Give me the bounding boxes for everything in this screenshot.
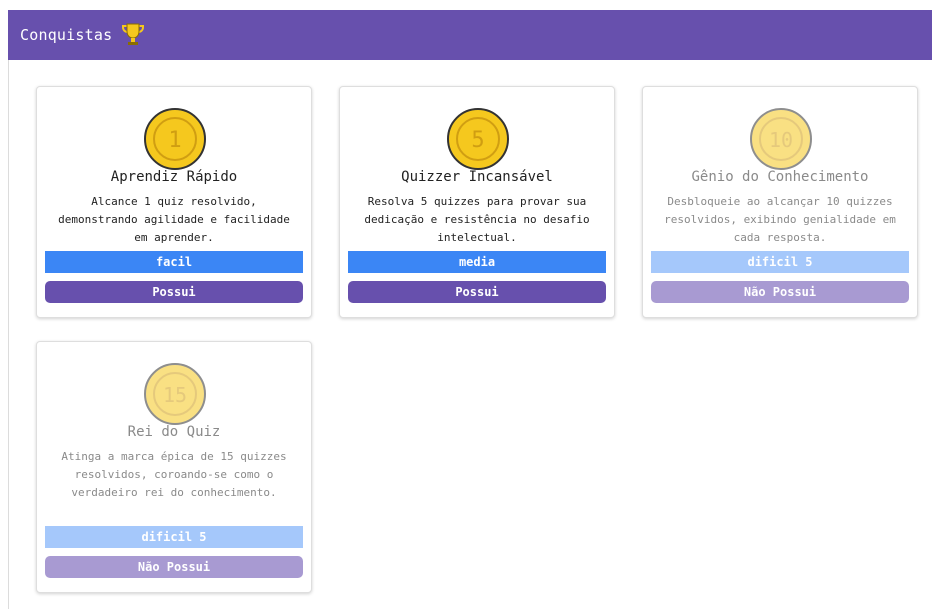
difficulty-badge: facil [45, 251, 303, 273]
difficulty-badge: dificil 5 [651, 251, 909, 273]
achievement-description: Alcance 1 quiz resolvido, demonstrando a… [58, 195, 290, 244]
svg-text:15: 15 [163, 383, 187, 407]
coin-icon: 5 [447, 108, 509, 170]
svg-text:10: 10 [769, 128, 793, 152]
achievement-card-aprendiz-rapido: 1 Aprendiz Rápido Alcance 1 quiz resolvi… [36, 86, 312, 318]
svg-text:1: 1 [168, 128, 181, 153]
achievement-card-quizzer-incansavel: 5 Quizzer Incansável Resolva 5 quizzes p… [339, 86, 615, 318]
content-border [8, 60, 9, 609]
achievement-title: Rei do Quiz [127, 424, 221, 440]
difficulty-badge: dificil 5 [45, 526, 303, 548]
trophy-icon [122, 23, 145, 45]
difficulty-badge: media [348, 251, 606, 273]
status-button[interactable]: Não Possui [651, 281, 909, 303]
coin-icon: 15 [144, 363, 206, 425]
status-button[interactable]: Possui [45, 281, 303, 303]
achievement-description: Atinga a marca épica de 15 quizzes resol… [61, 450, 287, 499]
achievement-title: Gênio do Conhecimento [691, 169, 869, 185]
achievement-description: Resolva 5 quizzes para provar sua dedica… [364, 195, 590, 244]
achievement-title: Quizzer Incansável [401, 169, 553, 185]
achievement-description: Desbloqueie ao alcançar 10 quizzes resol… [664, 195, 896, 244]
svg-text:5: 5 [471, 128, 484, 153]
achievement-title: Aprendiz Rápido [110, 169, 238, 185]
status-button[interactable]: Possui [348, 281, 606, 303]
coin-icon: 10 [750, 108, 812, 170]
page-title: Conquistas [20, 26, 113, 44]
status-button[interactable]: Não Possui [45, 556, 303, 578]
achievement-card-genio-do-conhecimento: 10 Gênio do Conhecimento Desbloqueie ao … [642, 86, 918, 318]
achievement-card-rei-do-quiz: 15 Rei do Quiz Atinga a marca épica de 1… [36, 341, 312, 593]
coin-icon: 1 [144, 108, 206, 170]
page-header: Conquistas [8, 10, 932, 60]
